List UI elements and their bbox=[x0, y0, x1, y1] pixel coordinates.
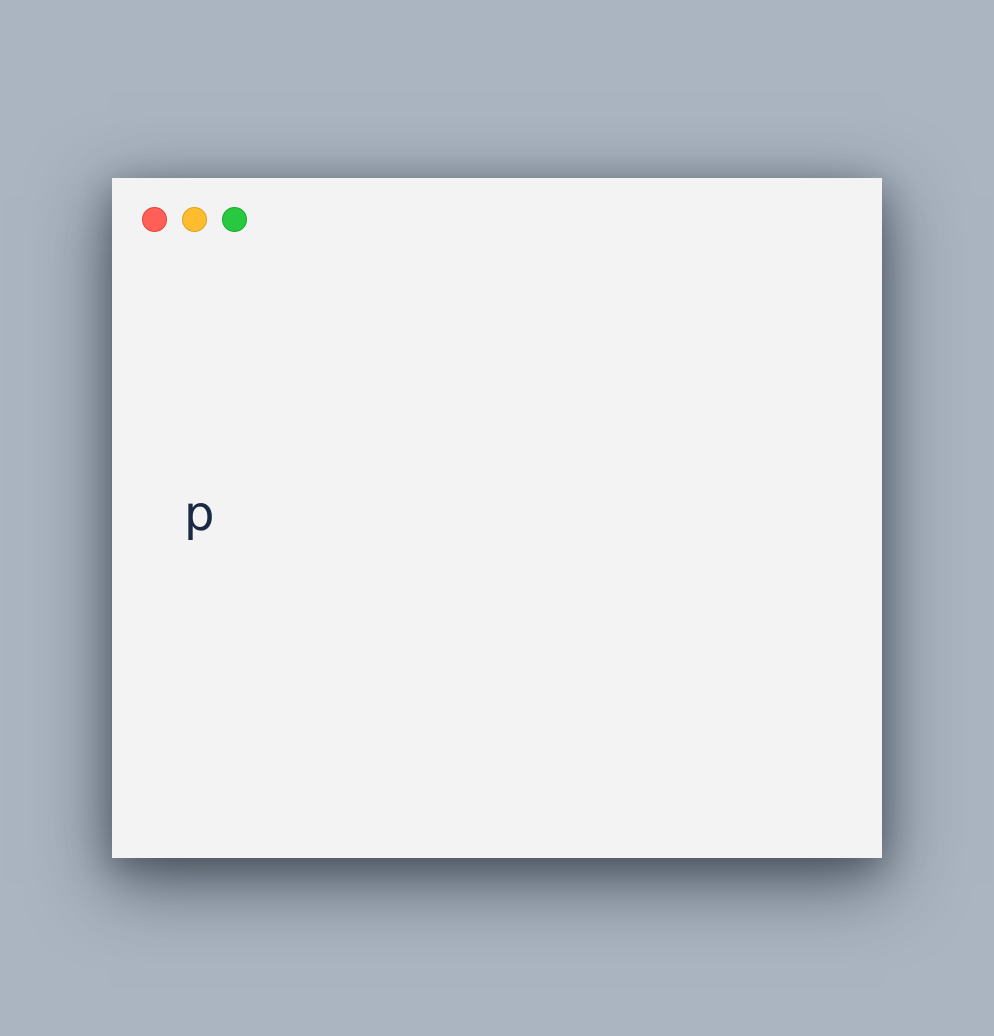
window-content-text: p bbox=[184, 486, 215, 542]
close-window-button[interactable] bbox=[142, 207, 167, 232]
zoom-window-button[interactable] bbox=[222, 207, 247, 232]
desktop-background: { "window": { "traffic_lights": [ {"name… bbox=[0, 0, 994, 1036]
minimize-window-button[interactable] bbox=[182, 207, 207, 232]
window-controls bbox=[142, 207, 247, 232]
app-window: p bbox=[112, 178, 882, 858]
